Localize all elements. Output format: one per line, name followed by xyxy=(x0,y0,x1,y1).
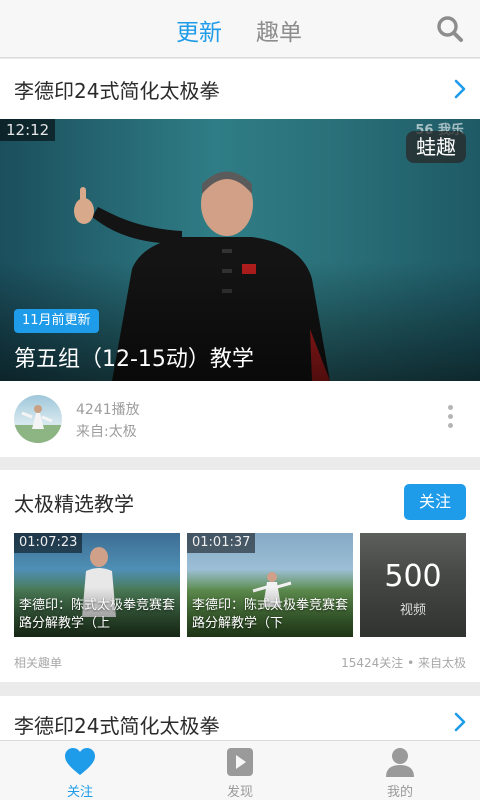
user-icon xyxy=(384,747,416,777)
playlist-title[interactable]: 太极精选教学 xyxy=(14,488,134,517)
tab-qudan[interactable]: 趣单 xyxy=(256,13,302,47)
search-icon[interactable] xyxy=(436,15,464,43)
playlist-card: 太极精选教学 关注 01:07:23 李德印：陈式太极拳竞赛套路分解教学（上 0… xyxy=(0,470,480,682)
video-caption: 第五组（12-15动）教学 xyxy=(14,347,254,372)
feed-card-update: 李德印24式简化太极拳 12:12 蛙趣 11月前更新 第五组（12-15动）教… xyxy=(0,59,480,457)
avatar[interactable] xyxy=(14,395,62,443)
playlist-thumb-1[interactable]: 01:07:23 李德印：陈式太极拳竞赛套路分解教学（上 xyxy=(14,533,180,637)
chevron-right-icon xyxy=(454,712,466,732)
follow-button[interactable]: 关注 xyxy=(404,484,466,520)
nav-discover[interactable]: 发现 xyxy=(160,741,320,800)
related-playlist-label: 相关趣单 xyxy=(14,656,63,670)
nav-mine[interactable]: 我的 xyxy=(320,741,480,800)
video-count: 500 xyxy=(384,559,442,594)
thumb-duration: 01:07:23 xyxy=(14,533,83,553)
nav-label: 发现 xyxy=(226,785,253,800)
card-title-row[interactable]: 李德印24式简化太极拳 xyxy=(0,59,480,119)
nav-follow[interactable]: 关注 xyxy=(0,741,160,800)
feed-card-update-2[interactable]: 李德印24式简化太极拳 xyxy=(0,696,480,746)
video-meta-row: 4241播放 来自:太极 xyxy=(0,381,480,457)
video-count-label: 视频 xyxy=(399,603,426,618)
nav-label: 我的 xyxy=(386,785,413,800)
playlist-stats: 15424关注 • 来自太极 xyxy=(341,656,466,670)
thumb-duration: 01:01:37 xyxy=(187,533,256,553)
playlist-more-videos[interactable]: 500 视频 xyxy=(360,533,466,637)
app-screen: 更新 趣单 李德印24式简化太极拳 12:12 蛙趣 11月前更新 第五组（12… xyxy=(0,0,480,800)
tab-update[interactable]: 更新 xyxy=(176,13,222,47)
heart-icon xyxy=(64,747,96,777)
video-player[interactable]: 12:12 56 我乐 蛙趣 11月前更新 第五组（12-15动）教学 xyxy=(0,119,480,381)
chevron-right-icon xyxy=(454,79,466,99)
update-badge: 11月前更新 xyxy=(14,309,99,333)
play-icon xyxy=(224,747,256,777)
playlist-thumb-2[interactable]: 01:01:37 李德印：陈式太极拳竞赛套路分解教学（下 xyxy=(187,533,353,637)
thumb-title: 李德印：陈式太极拳竞赛套路分解教学（下 xyxy=(192,598,349,631)
more-options-icon[interactable] xyxy=(446,405,454,433)
bottom-nav: 关注 发现 我的 xyxy=(0,740,480,800)
watermark-badge: 蛙趣 xyxy=(406,131,466,163)
thumb-title: 李德印：陈式太极拳竞赛套路分解教学（上 xyxy=(19,598,176,631)
video-duration: 12:12 xyxy=(0,119,56,141)
card-title: 李德印24式简化太极拳 xyxy=(14,714,220,738)
card-title: 李德印24式简化太极拳 xyxy=(14,79,220,103)
source-label[interactable]: 来自:太极 xyxy=(76,421,137,441)
top-bar: 更新 趣单 xyxy=(0,0,480,58)
play-count: 4241播放 xyxy=(76,402,140,418)
nav-label: 关注 xyxy=(66,785,93,800)
